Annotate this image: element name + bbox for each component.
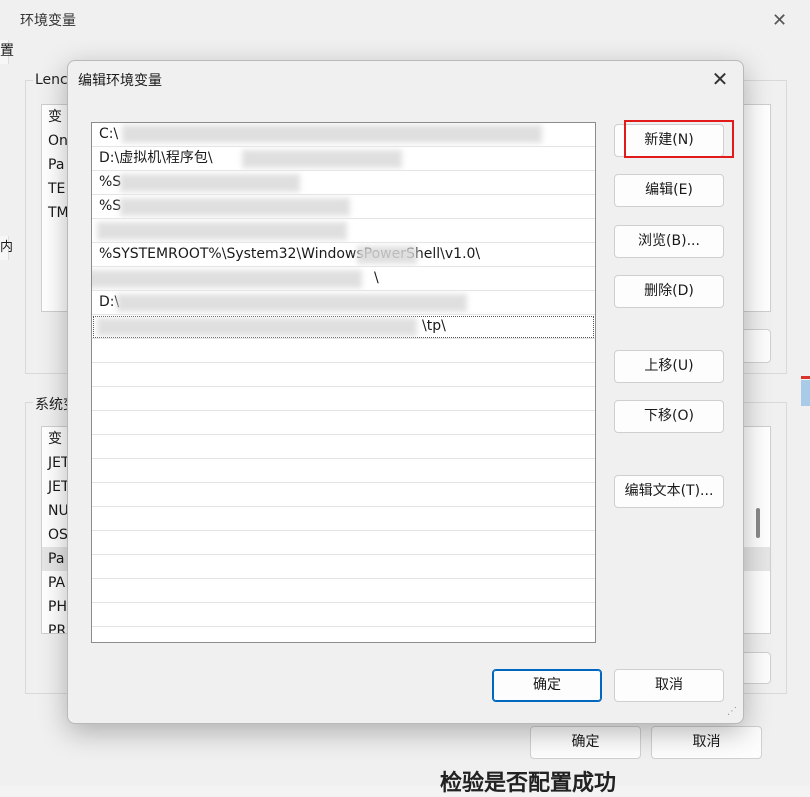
accent-strip [801, 380, 810, 406]
redaction [120, 198, 350, 216]
path-row[interactable]: D:\虚拟机\程序包\ [92, 147, 595, 171]
cancel-button[interactable]: 取消 [614, 669, 724, 702]
browse-button[interactable]: 浏览(B)... [614, 225, 724, 258]
empty-row[interactable] [92, 579, 595, 603]
path-text: %SYSTEMROOT%\System32\WindowsPowerShell\… [99, 246, 481, 262]
delete-button[interactable]: 删除(D) [614, 275, 724, 308]
path-row[interactable]: %S [92, 195, 595, 219]
edit-text-button[interactable]: 编辑文本(T)... [614, 475, 724, 508]
cancel-button[interactable]: 取消 [651, 726, 762, 759]
left-edge-fragment: 置 [0, 40, 14, 64]
left-edge-text: 内 [0, 240, 14, 255]
empty-row[interactable] [92, 387, 595, 411]
ok-button[interactable]: 确定 [492, 669, 602, 702]
redaction [97, 318, 417, 336]
empty-row[interactable] [92, 627, 595, 642]
redaction [242, 150, 402, 168]
path-list[interactable]: C:\ D:\虚拟机\程序包\ %S %S %SYSTEMROOT%\Syste… [91, 122, 596, 643]
user-variables-label: Lenc [33, 72, 70, 88]
path-row[interactable]: %S [92, 171, 595, 195]
window-title: 环境变量 [20, 13, 76, 29]
empty-row[interactable] [92, 603, 595, 627]
path-row[interactable]: \ [92, 267, 595, 291]
empty-row[interactable] [92, 531, 595, 555]
path-row[interactable]: %SYSTEMROOT%\System32\WindowsPowerShell\… [92, 243, 595, 267]
accent-strip [801, 376, 810, 379]
redaction [117, 294, 467, 312]
path-text: C:\ [99, 126, 119, 142]
path-text: %S [99, 198, 122, 214]
ok-button[interactable]: 确定 [530, 726, 641, 759]
path-row[interactable]: D:\ [92, 291, 595, 315]
resize-grip-icon[interactable]: ⋰ [727, 706, 737, 717]
empty-row[interactable] [92, 459, 595, 483]
path-row[interactable] [92, 219, 595, 243]
path-text: %S [99, 174, 122, 190]
redaction [97, 222, 347, 240]
empty-row[interactable] [92, 411, 595, 435]
redaction [120, 174, 300, 192]
document-heading: 检验是否配置成功 [440, 771, 617, 796]
path-text: \ [374, 270, 379, 286]
system-variable-button[interactable] [741, 652, 771, 684]
redaction [122, 125, 542, 143]
user-variable-button[interactable] [741, 329, 771, 363]
empty-row[interactable] [92, 435, 595, 459]
left-edge-text: 置 [0, 43, 14, 59]
path-text: \tp\ [422, 318, 446, 334]
move-up-button[interactable]: 上移(U) [614, 350, 724, 383]
empty-row[interactable] [92, 483, 595, 507]
move-down-button[interactable]: 下移(O) [614, 400, 724, 433]
new-button[interactable]: 新建(N) [614, 124, 724, 157]
path-row[interactable]: C:\ [92, 123, 595, 147]
empty-row[interactable] [92, 339, 595, 363]
empty-row[interactable] [92, 507, 595, 531]
dialog-title: 编辑环境变量 [78, 73, 162, 89]
redaction [92, 270, 362, 288]
empty-row[interactable] [92, 363, 595, 387]
path-text: D:\虚拟机\程序包\ [99, 150, 213, 166]
left-edge-fragment: 内 [0, 236, 13, 260]
path-row[interactable]: \tp\ [92, 315, 595, 339]
redaction [357, 246, 417, 264]
close-icon[interactable]: ✕ [772, 10, 787, 31]
edit-environment-variable-dialog: 编辑环境变量 ✕ C:\ D:\虚拟机\程序包\ %S %S %SYSTEMRO… [67, 60, 744, 724]
close-icon[interactable]: ✕ [708, 67, 732, 91]
edit-button[interactable]: 编辑(E) [614, 174, 724, 207]
empty-row[interactable] [92, 555, 595, 579]
scrollbar-thumb[interactable] [756, 508, 760, 538]
